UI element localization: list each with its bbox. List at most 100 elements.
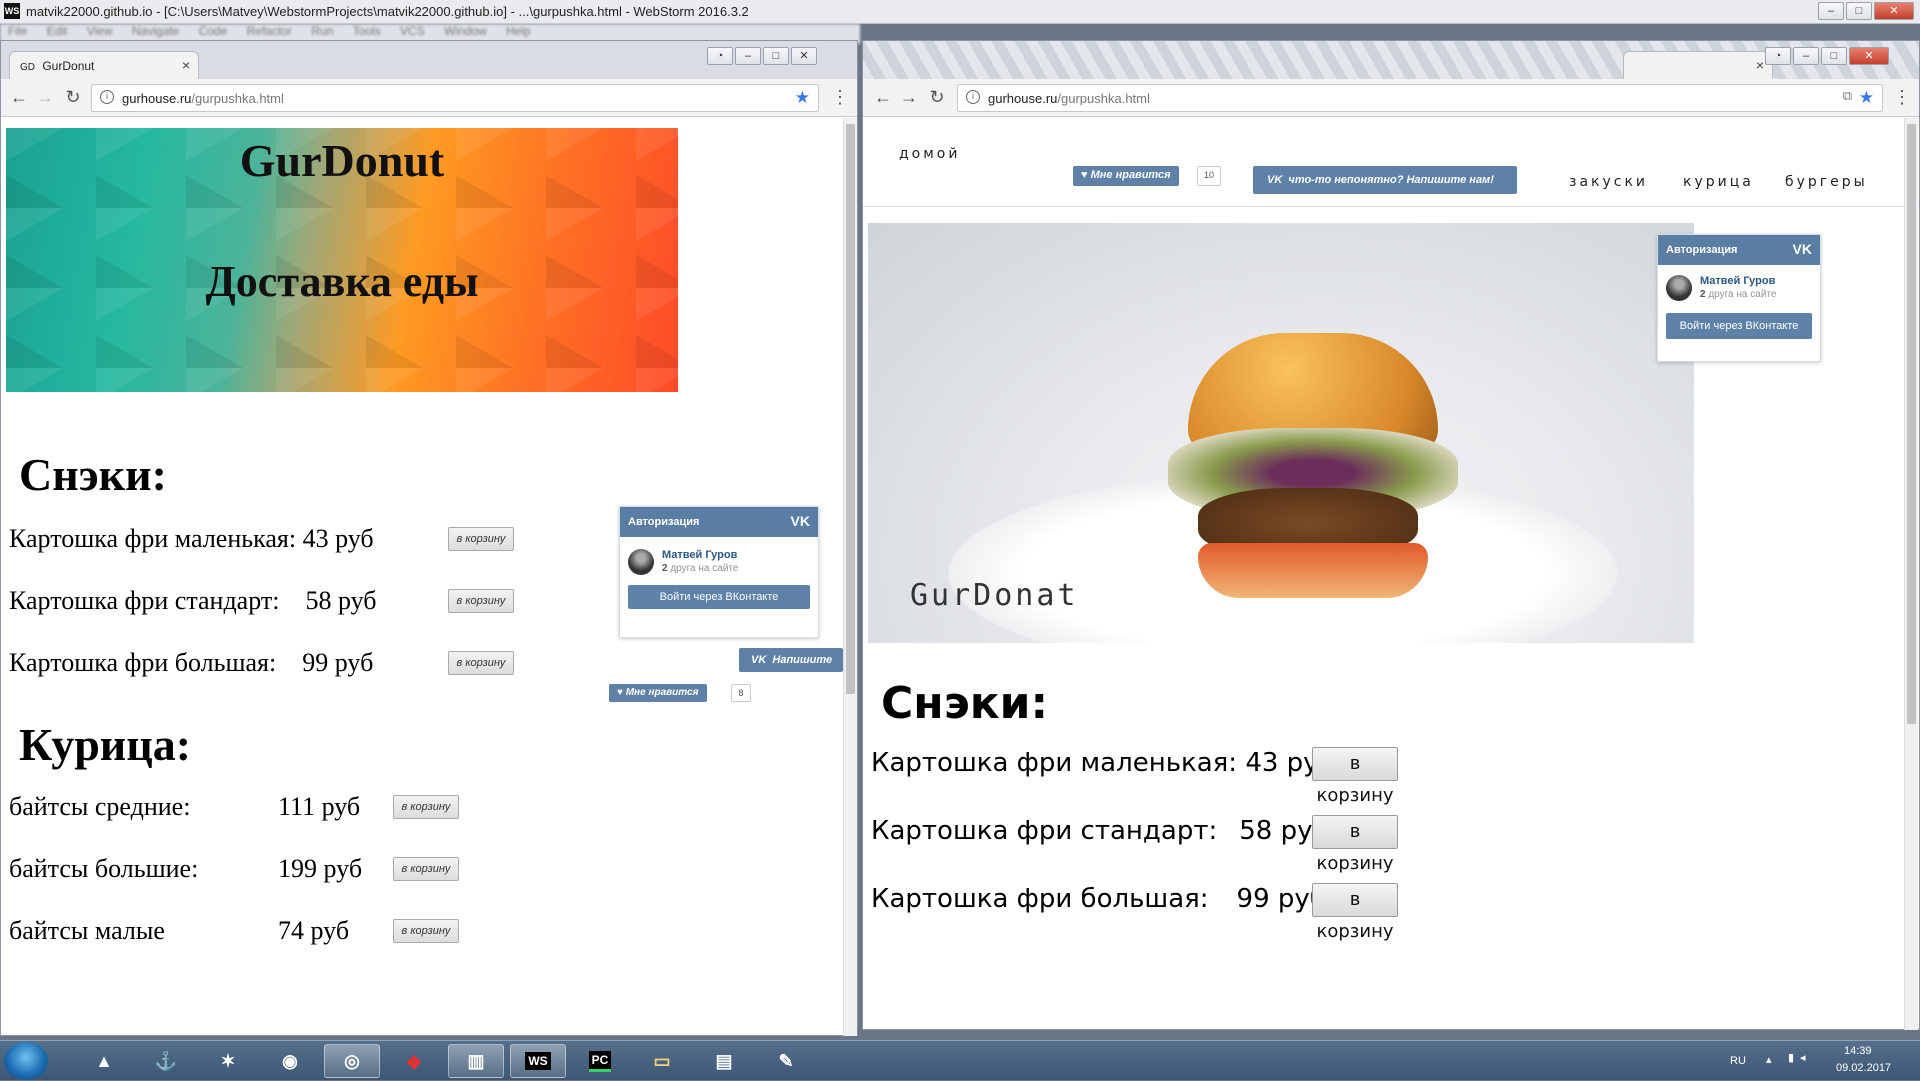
menu-run[interactable]: Run — [311, 24, 333, 38]
profile-icon[interactable]: ◔ — [707, 47, 733, 65]
menu-kebab-icon[interactable]: ⋮ — [831, 87, 849, 108]
chrome-icon[interactable]: ◎ — [324, 1044, 380, 1078]
avatar — [628, 549, 654, 575]
menu-file[interactable]: File — [8, 24, 27, 38]
info-icon[interactable]: i — [100, 90, 114, 104]
nav-snacks[interactable]: закуски — [1569, 174, 1648, 190]
menu-edit[interactable]: Edit — [47, 24, 68, 38]
menu-item: Картошка фри большая: 99 руб — [9, 648, 373, 678]
bookmark-star-icon[interactable]: ★ — [795, 88, 810, 108]
start-button[interactable] — [4, 1042, 48, 1080]
webstorm-icon[interactable]: WS — [510, 1044, 566, 1078]
assassin-icon[interactable]: ▲ — [76, 1044, 132, 1078]
vk-logo-icon: VK — [1792, 241, 1812, 257]
left-address-bar[interactable]: i gurhouse.ru/gurpushka.html ★ — [91, 84, 819, 112]
forward-icon[interactable]: → — [35, 87, 55, 108]
add-to-cart-button[interactable]: в корзину — [393, 795, 459, 819]
pycharm-icon[interactable]: PC — [572, 1044, 628, 1078]
add-to-cart-button[interactable]: в корзину — [1312, 815, 1398, 874]
scroll-thumb[interactable] — [846, 124, 855, 694]
explorer-icon[interactable]: ▭ — [634, 1044, 690, 1078]
language-indicator[interactable]: RU — [1730, 1055, 1746, 1067]
add-to-cart-button[interactable]: в корзину — [1312, 883, 1398, 942]
menu-kebab-icon[interactable]: ⋮ — [1893, 87, 1911, 108]
right-window-controls: ◔ – □ ✕ — [1765, 47, 1889, 65]
item-name: Картошка фри большая: — [871, 884, 1209, 914]
minimize-button[interactable]: – — [1818, 2, 1844, 20]
vk-user-name[interactable]: Матвей Гуров — [1700, 275, 1775, 287]
info-icon[interactable]: i — [966, 90, 980, 104]
menu-refactor[interactable]: Refactor — [247, 24, 292, 38]
vk-message-button[interactable]: VK что-то непонятно? Напишите нам! — [1253, 166, 1517, 194]
translate-icon[interactable]: ⧉ — [1843, 88, 1852, 104]
dota2-icon[interactable]: ◆ — [386, 1044, 442, 1078]
battlenet-icon[interactable]: ✶ — [200, 1044, 256, 1078]
menu-code[interactable]: Code — [199, 24, 228, 38]
add-to-cart-button[interactable]: в корзину — [448, 589, 514, 613]
add-to-cart-button[interactable]: в корзину — [1312, 747, 1398, 806]
webstorm-title-bar: WS matvik22000.github.io - [C:\Users\Mat… — [0, 0, 1920, 24]
reload-icon[interactable]: ↻ — [927, 87, 947, 108]
add-to-cart-button[interactable]: в корзину — [393, 857, 459, 881]
right-scrollbar[interactable] — [1904, 118, 1918, 1030]
minimize-button[interactable]: – — [735, 47, 761, 65]
file-manager-icon[interactable]: ▤ — [696, 1044, 752, 1078]
volume-icon[interactable]: ◂ — [1800, 1051, 1806, 1064]
nav-chicken[interactable]: курица — [1683, 174, 1754, 190]
taskmanager-icon[interactable]: ▥ — [448, 1044, 504, 1078]
bookmark-star-icon[interactable]: ★ — [1859, 88, 1874, 108]
url-path: /gurpushka.html — [191, 91, 284, 106]
left-tab-gurdonut[interactable]: GD GurDonut × — [9, 51, 199, 79]
clock-date[interactable]: 09.02.2017 — [1836, 1062, 1891, 1074]
clock-time[interactable]: 14:39 — [1844, 1045, 1872, 1057]
vk-friends-number: 2 — [662, 563, 668, 574]
tab-title: GurDonut — [42, 59, 95, 73]
maximize-button[interactable]: □ — [1846, 2, 1872, 20]
back-icon[interactable]: ← — [9, 87, 29, 108]
minimize-button[interactable]: – — [1793, 47, 1819, 65]
scroll-thumb[interactable] — [1907, 124, 1916, 724]
vk-message-button[interactable]: VK Напишите — [739, 648, 843, 672]
menu-navigate[interactable]: Navigate — [132, 24, 179, 38]
vk-like-button[interactable]: ♥ Мне нравится — [1073, 166, 1179, 186]
paint-icon[interactable]: ✎ — [758, 1044, 814, 1078]
add-to-cart-button[interactable]: в корзину — [448, 527, 514, 551]
close-button[interactable]: ✕ — [1874, 2, 1914, 20]
close-button[interactable]: ✕ — [791, 47, 817, 65]
steam-icon[interactable]: ◉ — [262, 1044, 318, 1078]
nav-home[interactable]: домой — [899, 146, 960, 162]
vk-like-button[interactable]: ♥ Мне нравится — [609, 684, 707, 702]
right-address-bar[interactable]: i gurhouse.ru/gurpushka.html ⧉ ★ — [957, 84, 1883, 112]
profile-icon[interactable]: ◔ — [1765, 47, 1791, 65]
tab-close-icon[interactable]: × — [1756, 57, 1764, 73]
vk-user-name[interactable]: Матвей Гуров — [662, 549, 737, 561]
world-of-warships-icon[interactable]: ⚓ — [138, 1044, 194, 1078]
maximize-button[interactable]: □ — [1821, 47, 1847, 65]
add-to-cart-button[interactable]: в корзину — [393, 919, 459, 943]
vk-login-button[interactable]: Войти через ВКонтакте — [628, 585, 810, 609]
tab-close-icon[interactable]: × — [182, 57, 190, 73]
vk-friends-text: друга на сайте — [1708, 289, 1777, 300]
close-button[interactable]: ✕ — [1849, 47, 1889, 65]
menu-window[interactable]: Window — [444, 24, 487, 38]
menu-tools[interactable]: Tools — [353, 24, 381, 38]
vk-friends-text: друга на сайте — [670, 563, 739, 574]
nav-burgers[interactable]: бургеры — [1785, 174, 1868, 190]
bun-bottom-shape — [1198, 543, 1428, 598]
vk-login-button[interactable]: Войти через ВКонтакте — [1666, 313, 1812, 339]
webstorm-window-controls: – □ ✕ — [1818, 2, 1914, 20]
menu-vcs[interactable]: VCS — [400, 24, 425, 38]
right-active-tab[interactable]: × — [1623, 51, 1773, 79]
right-tab-strip: × ◔ – □ ✕ — [863, 41, 1919, 79]
left-scrollbar[interactable] — [843, 118, 857, 1036]
tray-expand-icon[interactable]: ▴ — [1766, 1053, 1772, 1066]
menu-view[interactable]: View — [87, 24, 113, 38]
back-icon[interactable]: ← — [873, 87, 893, 108]
add-to-cart-button[interactable]: в корзину — [448, 651, 514, 675]
reload-icon[interactable]: ↻ — [63, 87, 83, 108]
forward-icon[interactable]: → — [899, 87, 919, 108]
menu-help[interactable]: Help — [506, 24, 531, 38]
banner: GurDonut Доставка еды — [6, 128, 678, 392]
network-icon[interactable]: ▮ — [1788, 1051, 1794, 1064]
maximize-button[interactable]: □ — [763, 47, 789, 65]
